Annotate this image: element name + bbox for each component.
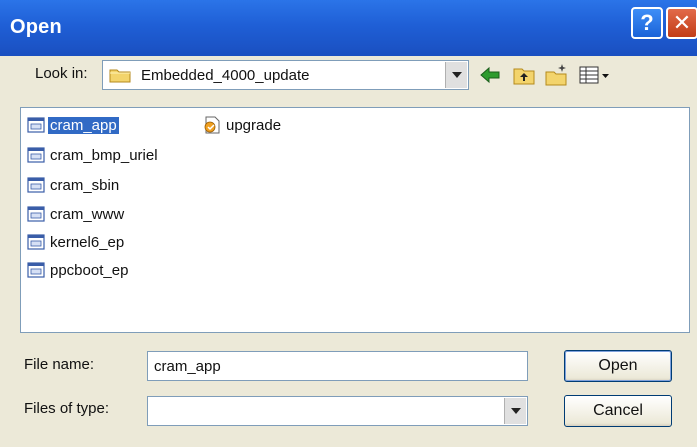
file-name-label: File name: [24, 356, 95, 373]
close-button[interactable]: ✕ [666, 7, 697, 39]
chevron-down-icon [451, 72, 462, 78]
files-of-type-dropdown-button[interactable] [504, 398, 526, 424]
file-item-label: ppcboot_ep [50, 261, 129, 279]
file-item-label: cram_www [50, 205, 125, 223]
generic-file-icon [27, 234, 45, 250]
file-item-label: cram_bmp_uriel [50, 146, 158, 164]
file-name-input[interactable] [147, 351, 528, 381]
open-button[interactable]: Open [564, 350, 672, 382]
cancel-button[interactable]: Cancel [564, 395, 672, 427]
generic-file-icon [27, 177, 45, 193]
folder-icon [109, 69, 131, 83]
files-of-type-combobox[interactable] [147, 396, 528, 426]
file-item-label: kernel6_ep [50, 233, 125, 251]
file-item-label: cram_app [48, 116, 119, 134]
file-item[interactable]: upgrade [203, 114, 283, 136]
look-in-combobox[interactable]: Embedded_4000_update [102, 60, 469, 90]
generic-file-icon [27, 147, 45, 163]
file-item[interactable]: cram_www [27, 203, 126, 225]
file-item[interactable]: cram_app [27, 114, 119, 136]
file-item[interactable]: ppcboot_ep [27, 259, 130, 281]
file-item-label: upgrade [226, 116, 282, 134]
file-item[interactable]: cram_bmp_uriel [27, 144, 160, 166]
chevron-down-icon [510, 408, 521, 414]
file-item[interactable]: cram_sbin [27, 174, 121, 196]
script-file-icon [204, 116, 220, 134]
file-item-label: cram_sbin [50, 176, 120, 194]
title-bar[interactable]: Open ? ✕ [0, 0, 697, 56]
look-in-label: Look in: [35, 65, 88, 82]
files-of-type-label: Files of type: [24, 400, 110, 417]
new-folder-icon[interactable] [544, 63, 568, 87]
file-list[interactable]: cram_app cram_bmp_uriel cram_sbin cram_w… [20, 107, 690, 333]
help-button[interactable]: ? [631, 7, 663, 39]
look-in-dropdown-button[interactable] [445, 62, 467, 88]
views-menu-icon[interactable] [578, 63, 612, 87]
generic-file-icon [27, 206, 45, 222]
back-arrow-icon[interactable] [478, 63, 502, 87]
file-item[interactable]: kernel6_ep [27, 231, 126, 253]
generic-file-icon [27, 262, 45, 278]
generic-file-icon [27, 117, 45, 133]
dialog-title: Open [10, 16, 62, 38]
look-in-value: Embedded_4000_update [141, 67, 310, 84]
up-folder-icon[interactable] [512, 63, 536, 87]
open-dialog: Open ? ✕ Look in: Embedded_4000_update c… [0, 0, 697, 447]
